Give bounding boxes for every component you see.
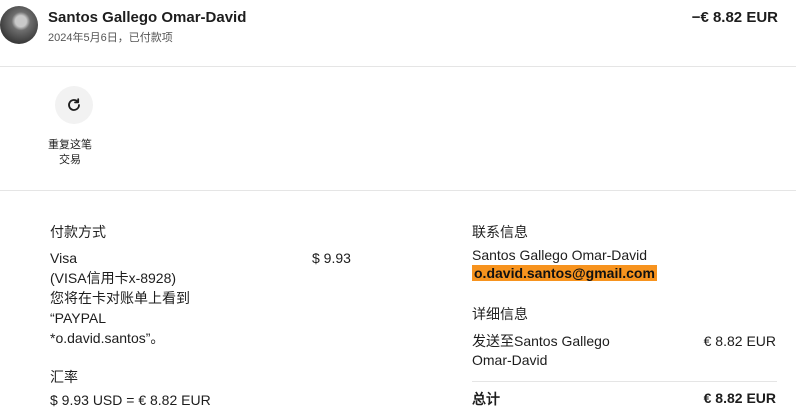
sent-to-line: 发送至Santos Gallego	[472, 333, 610, 349]
payment-method-title: 付款方式	[50, 224, 106, 240]
section-divider	[0, 190, 796, 191]
sent-to-line: Omar-David	[472, 352, 548, 368]
total-divider	[472, 381, 777, 382]
payment-method-line: 您将在卡对账单上看到	[50, 290, 190, 306]
payment-method-line: *o.david.santos”。	[50, 330, 165, 346]
exchange-rate-title: 汇率	[50, 369, 78, 385]
contact-name: Santos Gallego Omar-David	[472, 247, 648, 263]
details-title: 详细信息	[472, 306, 528, 322]
transaction-amount: −€ 8.82 EUR	[691, 9, 778, 26]
repeat-transaction-action[interactable]: 重复这笔交易	[48, 86, 96, 166]
transaction-date-status: 2024年5月6日，已付款项	[48, 32, 173, 44]
payment-method-line: Visa	[50, 250, 77, 266]
payment-method-line: “PAYPAL	[50, 310, 107, 326]
contact-info-title: 联系信息	[472, 224, 528, 240]
avatar	[0, 6, 38, 44]
contact-email[interactable]: o.david.santos@gmail.com	[472, 265, 657, 281]
sent-amount: € 8.82 EUR	[703, 333, 776, 349]
total-label: 总计	[472, 391, 500, 407]
refresh-icon	[68, 98, 80, 111]
repeat-transaction-label: 重复这笔交易	[48, 139, 92, 166]
payment-method-line: (VISA信用卡x-8928)	[50, 270, 177, 286]
transaction-header: Santos Gallego Omar-David 2024年5月6日，已付款项…	[0, 0, 796, 67]
payment-amount: $ 9.93	[312, 250, 351, 266]
repeat-transaction-button[interactable]	[55, 86, 93, 124]
merchant-name: Santos Gallego Omar-David	[48, 9, 247, 26]
exchange-rate-value: $ 9.93 USD = € 8.82 EUR	[50, 392, 211, 408]
total-amount: € 8.82 EUR	[703, 390, 776, 406]
